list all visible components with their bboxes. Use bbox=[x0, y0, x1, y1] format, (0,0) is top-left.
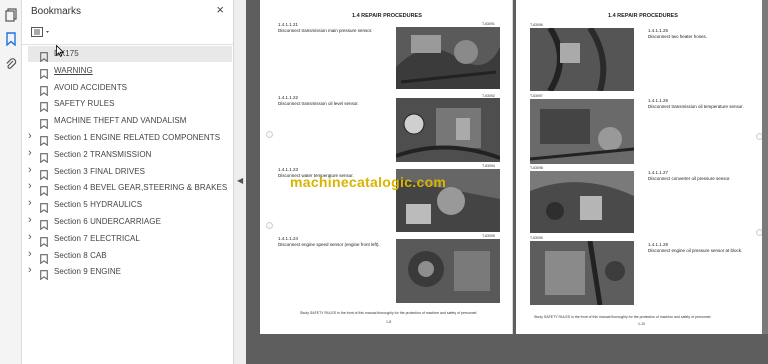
bookmark-label: Section 9 ENGINE bbox=[54, 267, 122, 277]
mouse-cursor bbox=[56, 44, 65, 57]
attachment-icon[interactable] bbox=[4, 57, 18, 71]
bookmark-item[interactable]: › Section 5 HYDRAULICS bbox=[22, 197, 232, 214]
photo-code: T-63098 bbox=[530, 166, 543, 170]
repair-photo bbox=[530, 241, 634, 305]
bookmark-flag-icon bbox=[40, 99, 48, 113]
page-number: 1-8 bbox=[386, 320, 392, 324]
bookmark-label: Section 6 UNDERCARRIAGE bbox=[54, 217, 161, 226]
pages-icon[interactable] bbox=[4, 8, 18, 22]
repair-photo bbox=[530, 99, 634, 164]
step-text: 1.4.1.1.26 Disconnect transmission oil te… bbox=[648, 98, 744, 109]
expand-chevron-icon[interactable]: › bbox=[28, 164, 32, 176]
bookmark-flag-icon bbox=[40, 66, 48, 80]
bookmark-flag-icon bbox=[40, 200, 48, 214]
photo-code: T-63097 bbox=[530, 94, 543, 98]
panel-collapse-handle[interactable]: ◀ bbox=[234, 0, 246, 364]
photo-code: T-63096 bbox=[530, 23, 543, 27]
close-icon[interactable]: × bbox=[216, 3, 224, 17]
page-right: 1.4 REPAIR PROCEDURES T-63096 1.4.1.1.25… bbox=[516, 0, 768, 334]
bookmark-label: Section 4 BEVEL GEAR,STEERING & BRAKES bbox=[54, 183, 228, 193]
bookmark-flag-icon bbox=[40, 150, 48, 164]
bookmark-item[interactable]: MACHINE THEFT AND VANDALISM bbox=[22, 113, 232, 130]
photo-code: T-63094 bbox=[482, 164, 495, 168]
repair-photo bbox=[396, 98, 500, 162]
bookmark-flag-icon bbox=[40, 251, 48, 265]
page-title: 1.4 REPAIR PROCEDURES bbox=[352, 13, 422, 19]
bookmark-item[interactable]: › Section 1 ENGINE RELATED COMPONENTS bbox=[22, 130, 232, 147]
bookmark-flag-icon bbox=[40, 267, 48, 281]
step-text: 1.4.1.1.25 Disconnect two heater hoses. bbox=[648, 28, 708, 39]
bookmark-label: SAFETY RULES bbox=[54, 99, 115, 109]
binder-hole bbox=[266, 131, 273, 138]
repair-photo bbox=[396, 239, 500, 303]
bookmark-item[interactable]: WARNING bbox=[22, 63, 232, 80]
watermark: machinecatalogic.com bbox=[290, 174, 447, 190]
bookmark-flag-icon bbox=[40, 83, 48, 97]
bookmark-label: Section 1 ENGINE RELATED COMPONENTS bbox=[54, 133, 221, 142]
bookmark-flag-icon bbox=[40, 116, 48, 130]
page-title: 1.4 REPAIR PROCEDURES bbox=[608, 13, 678, 19]
step-text: 1.4.1.1.21 Disconnect transmission main p… bbox=[278, 22, 373, 33]
bookmark-flag-icon bbox=[40, 183, 48, 197]
bookmark-item[interactable]: › Section 3 FINAL DRIVES bbox=[22, 164, 232, 181]
bookmark-label: Section 3 FINAL DRIVES bbox=[54, 166, 146, 176]
bookmark-label: AVOID ACCIDENTS bbox=[54, 82, 128, 92]
bookmarks-panel: Bookmarks × DX175 WARNING AVOID ACCIDENTS S… bbox=[22, 0, 234, 364]
collapse-arrow-icon[interactable]: ◀ bbox=[237, 176, 243, 185]
expand-chevron-icon[interactable]: › bbox=[28, 214, 32, 226]
photo-code: T-63095 bbox=[482, 234, 495, 238]
step-text: 1.4.1.1.27 Disconnect converter oil press… bbox=[648, 170, 731, 181]
bookmark-icon[interactable] bbox=[4, 32, 18, 47]
bookmark-flag-icon bbox=[40, 133, 48, 147]
expand-chevron-icon[interactable]: › bbox=[28, 197, 32, 209]
vertical-scrollbar[interactable] bbox=[762, 0, 768, 364]
bookmark-item[interactable]: › Section 4 BEVEL GEAR,STEERING & BRAKES bbox=[22, 180, 232, 197]
bookmark-flag-icon bbox=[40, 234, 48, 248]
expand-chevron-icon[interactable]: › bbox=[28, 180, 32, 192]
bookmark-label: Section 5 HYDRAULICS bbox=[54, 200, 143, 210]
expand-chevron-icon[interactable]: › bbox=[28, 264, 32, 276]
bookmark-label: WARNING bbox=[54, 65, 93, 75]
page-number: 1-10 bbox=[638, 322, 646, 326]
bookmark-item[interactable]: SAFETY RULES bbox=[22, 96, 232, 113]
page-footer: Study SAFETY RULES in the front of this … bbox=[534, 315, 712, 319]
binder-hole bbox=[266, 222, 273, 229]
repair-photo bbox=[530, 171, 634, 233]
page-gutter bbox=[512, 0, 513, 334]
bookmark-flag-icon bbox=[40, 167, 48, 181]
step-text: 1.4.1.1.22 Disconnect transmission oil le… bbox=[278, 95, 359, 106]
bookmark-item[interactable]: AVOID ACCIDENTS bbox=[22, 80, 232, 97]
step-text: 1.4.1.1.28 Disconnect engine oil pressure… bbox=[648, 242, 743, 253]
document-bottom-margin bbox=[246, 334, 768, 364]
options-menu-button[interactable] bbox=[31, 26, 53, 39]
expand-chevron-icon[interactable]: › bbox=[28, 130, 32, 142]
expand-chevron-icon[interactable]: › bbox=[28, 248, 32, 260]
bookmark-label: Section 2 TRANSMISSION bbox=[54, 149, 152, 159]
bookmark-flag-icon bbox=[40, 49, 48, 63]
expand-chevron-icon[interactable]: › bbox=[28, 231, 32, 243]
page-footer: Study SAFETY RULES in the front of this … bbox=[300, 311, 478, 315]
bookmark-item[interactable]: › Section 2 TRANSMISSION bbox=[22, 147, 232, 164]
bookmark-item[interactable]: › Section 7 ELECTRICAL bbox=[22, 231, 232, 248]
bookmark-item[interactable]: › Section 6 UNDERCARRIAGE bbox=[22, 214, 232, 231]
panel-separator bbox=[22, 44, 233, 45]
tool-rail bbox=[0, 0, 22, 364]
panel-title: Bookmarks bbox=[31, 6, 82, 17]
bookmark-label: Section 7 ELECTRICAL bbox=[54, 233, 140, 243]
bookmark-label: MACHINE THEFT AND VANDALISM bbox=[54, 116, 187, 126]
page-left: 1.4 REPAIR PROCEDURES 1.4.1.1.21 Disconne… bbox=[260, 0, 512, 334]
photo-code: T-63091 bbox=[482, 22, 495, 26]
expand-chevron-icon[interactable]: › bbox=[28, 147, 32, 159]
bookmark-flag-icon bbox=[40, 217, 48, 231]
bookmark-item[interactable]: › Section 8 CAB bbox=[22, 248, 232, 265]
photo-code: T-63099 bbox=[530, 236, 543, 240]
step-text: 1.4.1.1.24 Disconnect engine speed sensor… bbox=[278, 236, 380, 247]
repair-photo bbox=[396, 27, 500, 89]
bookmark-label: Section 8 CAB bbox=[54, 250, 107, 260]
repair-photo bbox=[530, 28, 634, 91]
bookmark-item[interactable]: › Section 9 ENGINE bbox=[22, 264, 232, 281]
